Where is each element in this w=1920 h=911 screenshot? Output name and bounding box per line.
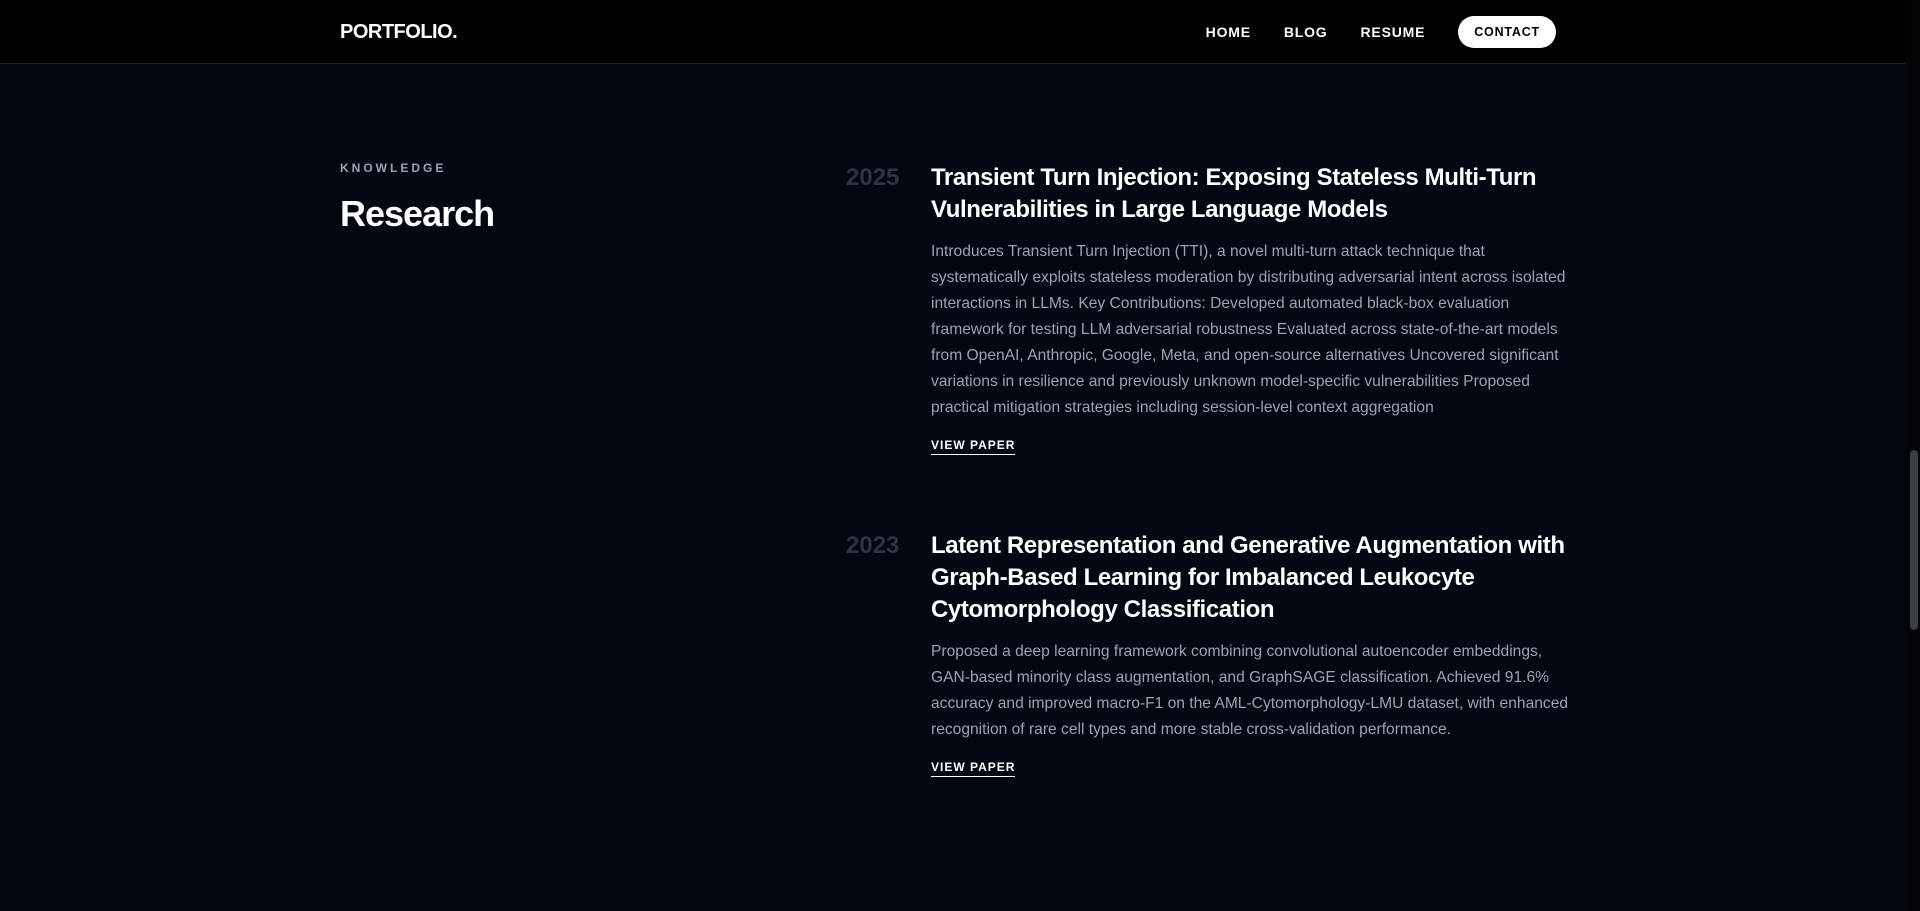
page: PORTFOLIO. HOME BLOG RESUME CONTACT KNOW… — [0, 0, 1920, 911]
site-logo[interactable]: PORTFOLIO. — [340, 20, 458, 44]
view-paper-link[interactable]: VIEW PAPER — [931, 760, 1016, 777]
contact-button[interactable]: CONTACT — [1458, 16, 1556, 48]
top-nav: PORTFOLIO. HOME BLOG RESUME CONTACT — [0, 0, 1905, 64]
entry-title: Transient Turn Injection: Exposing State… — [931, 164, 1537, 223]
entry-title: Latent Representation and Generative Aug… — [931, 532, 1565, 623]
nav-link-resume[interactable]: RESUME — [1361, 16, 1426, 48]
scrollbar[interactable] — [1905, 0, 1920, 911]
section-eyebrow: KNOWLEDGE — [340, 161, 447, 175]
scrollbar-thumb[interactable] — [1910, 450, 1918, 630]
entry-year: 2023 — [846, 532, 900, 559]
nav-link-blog[interactable]: BLOG — [1284, 16, 1328, 48]
entry-description: Introduces Transient Turn Injection (TTI… — [931, 243, 1566, 416]
entry-body: Transient Turn Injection: Exposing State… — [931, 162, 1572, 455]
view-paper-link[interactable]: VIEW PAPER — [931, 438, 1016, 455]
entry-body: Latent Representation and Generative Aug… — [931, 530, 1572, 777]
section-title: Research — [340, 193, 495, 234]
nav-links: HOME BLOG RESUME CONTACT — [1206, 16, 1556, 48]
entry-description: Proposed a deep learning framework combi… — [931, 643, 1569, 738]
entry-year: 2025 — [846, 164, 900, 191]
nav-link-home[interactable]: HOME — [1206, 16, 1251, 48]
